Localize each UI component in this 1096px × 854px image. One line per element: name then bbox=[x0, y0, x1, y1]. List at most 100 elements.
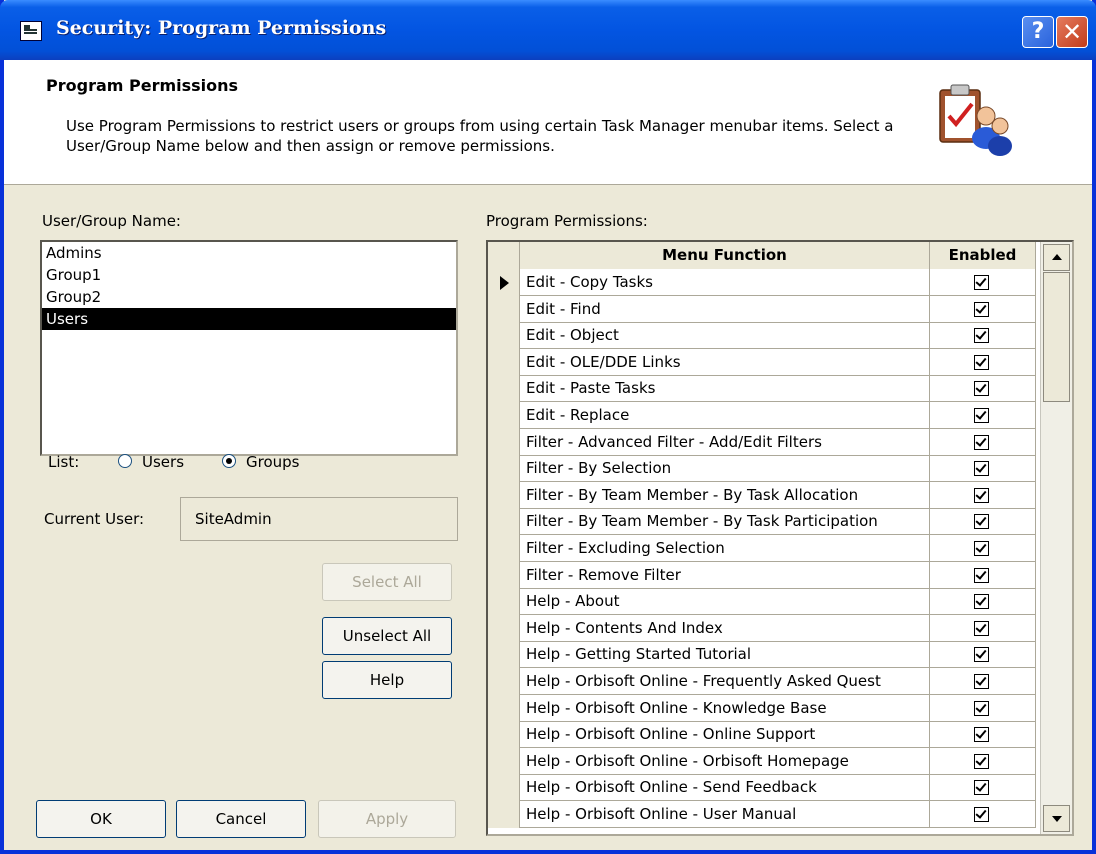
enabled-checkbox[interactable] bbox=[974, 674, 989, 689]
menu-function-cell[interactable]: Help - Orbisoft Online - Orbisoft Homepa… bbox=[520, 747, 930, 775]
menu-function-cell[interactable]: Filter - Remove Filter bbox=[520, 561, 930, 589]
table-row[interactable]: Filter - Remove Filter bbox=[488, 561, 1036, 589]
enabled-cell[interactable] bbox=[930, 747, 1036, 775]
table-row[interactable]: Help - Orbisoft Online - Knowledge Base bbox=[488, 694, 1036, 722]
radio-users-label[interactable]: Users bbox=[142, 453, 184, 471]
table-row[interactable]: Help - Orbisoft Online - Online Support bbox=[488, 721, 1036, 749]
enabled-checkbox[interactable] bbox=[974, 408, 989, 423]
enabled-checkbox[interactable] bbox=[974, 807, 989, 822]
enabled-checkbox[interactable] bbox=[974, 514, 989, 530]
menu-function-cell[interactable]: Edit - Replace bbox=[520, 402, 930, 429]
enabled-checkbox[interactable] bbox=[974, 780, 989, 796]
ok-button[interactable]: OK bbox=[36, 800, 166, 838]
row-selector[interactable] bbox=[488, 535, 520, 562]
enabled-checkbox[interactable] bbox=[974, 753, 989, 769]
row-selector[interactable] bbox=[488, 402, 520, 429]
row-selector[interactable] bbox=[488, 322, 520, 350]
permissions-grid[interactable]: Menu Function Enabled Edit - Copy Tasks E… bbox=[486, 240, 1074, 836]
enabled-checkbox[interactable] bbox=[974, 700, 989, 716]
row-selector[interactable] bbox=[488, 481, 520, 509]
row-selector[interactable] bbox=[488, 269, 520, 296]
title-bar[interactable]: Security: Program Permissions ? ✕ bbox=[0, 0, 1096, 60]
enabled-cell[interactable] bbox=[930, 535, 1036, 562]
table-row[interactable]: Help - Orbisoft Online - Send Feedback bbox=[488, 774, 1036, 802]
enabled-cell[interactable] bbox=[930, 721, 1036, 749]
row-selector[interactable] bbox=[488, 508, 520, 536]
menu-function-cell[interactable]: Edit - Find bbox=[520, 295, 930, 323]
enabled-checkbox[interactable] bbox=[974, 381, 989, 397]
menu-function-cell[interactable]: Filter - Excluding Selection bbox=[520, 535, 930, 562]
menu-function-cell[interactable]: Filter - By Team Member - By Task Partic… bbox=[520, 508, 930, 536]
row-selector[interactable] bbox=[488, 694, 520, 722]
radio-groups-label[interactable]: Groups bbox=[246, 453, 299, 471]
col-enabled[interactable]: Enabled bbox=[930, 242, 1036, 269]
row-selector[interactable] bbox=[488, 455, 520, 483]
enabled-checkbox[interactable] bbox=[974, 328, 989, 344]
col-menu-function[interactable]: Menu Function bbox=[520, 242, 930, 269]
row-selector[interactable] bbox=[488, 668, 520, 695]
close-button[interactable]: ✕ bbox=[1056, 16, 1088, 48]
table-row[interactable]: Edit - Copy Tasks bbox=[488, 269, 1036, 296]
enabled-cell[interactable] bbox=[930, 508, 1036, 536]
enabled-cell[interactable] bbox=[930, 269, 1036, 296]
enabled-cell[interactable] bbox=[930, 348, 1036, 376]
menu-function-cell[interactable]: Filter - By Selection bbox=[520, 455, 930, 483]
enabled-checkbox[interactable] bbox=[974, 647, 989, 663]
list-item[interactable]: Group2 bbox=[42, 286, 456, 308]
table-row[interactable]: Help - Orbisoft Online - Orbisoft Homepa… bbox=[488, 747, 1036, 775]
list-item[interactable]: Group1 bbox=[42, 264, 456, 286]
table-row[interactable]: Help - Getting Started Tutorial bbox=[488, 641, 1036, 669]
table-row[interactable]: Filter - By Team Member - By Task Partic… bbox=[488, 508, 1036, 536]
list-item-selected[interactable]: Users bbox=[42, 308, 456, 330]
unselect-all-button[interactable]: Unselect All bbox=[322, 617, 452, 655]
row-selector[interactable] bbox=[488, 641, 520, 669]
table-row[interactable]: Edit - Find bbox=[488, 295, 1036, 323]
row-selector[interactable] bbox=[488, 747, 520, 775]
table-row[interactable]: Edit - Replace bbox=[488, 402, 1036, 429]
menu-function-cell[interactable]: Help - Getting Started Tutorial bbox=[520, 641, 930, 669]
radio-groups[interactable] bbox=[222, 454, 236, 468]
enabled-cell[interactable] bbox=[930, 402, 1036, 429]
menu-function-cell[interactable]: Help - Orbisoft Online - Online Support bbox=[520, 721, 930, 749]
enabled-checkbox[interactable] bbox=[974, 301, 989, 317]
enabled-cell[interactable] bbox=[930, 588, 1036, 616]
enabled-cell[interactable] bbox=[930, 428, 1036, 456]
row-selector[interactable] bbox=[488, 295, 520, 323]
enabled-checkbox[interactable] bbox=[974, 567, 989, 583]
help-title-button[interactable]: ? bbox=[1022, 16, 1054, 48]
menu-function-cell[interactable]: Edit - Object bbox=[520, 322, 930, 350]
menu-function-cell[interactable]: Edit - Copy Tasks bbox=[520, 269, 930, 296]
row-selector[interactable] bbox=[488, 561, 520, 589]
enabled-checkbox[interactable] bbox=[974, 354, 989, 370]
enabled-cell[interactable] bbox=[930, 295, 1036, 323]
user-group-listbox[interactable]: Admins Group1 Group2 Users bbox=[40, 240, 458, 456]
table-row[interactable]: Filter - Advanced Filter - Add/Edit Filt… bbox=[488, 428, 1036, 456]
enabled-cell[interactable] bbox=[930, 455, 1036, 483]
scroll-up-button[interactable] bbox=[1043, 244, 1070, 271]
enabled-cell[interactable] bbox=[930, 375, 1036, 403]
table-row[interactable]: Edit - Paste Tasks bbox=[488, 375, 1036, 403]
row-selector[interactable] bbox=[488, 801, 520, 828]
enabled-cell[interactable] bbox=[930, 641, 1036, 669]
table-row[interactable]: Help - Contents And Index bbox=[488, 614, 1036, 642]
enabled-checkbox[interactable] bbox=[974, 541, 989, 556]
row-selector[interactable] bbox=[488, 428, 520, 456]
table-row[interactable]: Edit - Object bbox=[488, 322, 1036, 350]
enabled-cell[interactable] bbox=[930, 801, 1036, 828]
scroll-thumb[interactable] bbox=[1043, 272, 1070, 402]
menu-function-cell[interactable]: Help - Orbisoft Online - Send Feedback bbox=[520, 774, 930, 802]
enabled-checkbox[interactable] bbox=[974, 727, 989, 743]
list-item[interactable]: Admins bbox=[42, 242, 456, 264]
enabled-checkbox[interactable] bbox=[974, 620, 989, 636]
enabled-checkbox[interactable] bbox=[974, 275, 989, 290]
cancel-button[interactable]: Cancel bbox=[176, 800, 306, 838]
select-all-button[interactable]: Select All bbox=[322, 563, 452, 601]
help-button[interactable]: Help bbox=[322, 661, 452, 699]
table-row[interactable]: Filter - Excluding Selection bbox=[488, 535, 1036, 562]
row-selector[interactable] bbox=[488, 614, 520, 642]
enabled-checkbox[interactable] bbox=[974, 461, 989, 477]
menu-function-cell[interactable]: Help - Contents And Index bbox=[520, 614, 930, 642]
table-row[interactable]: Help - Orbisoft Online - User Manual bbox=[488, 801, 1036, 828]
table-row[interactable]: Filter - By Selection bbox=[488, 455, 1036, 483]
menu-function-cell[interactable]: Filter - By Team Member - By Task Alloca… bbox=[520, 481, 930, 509]
